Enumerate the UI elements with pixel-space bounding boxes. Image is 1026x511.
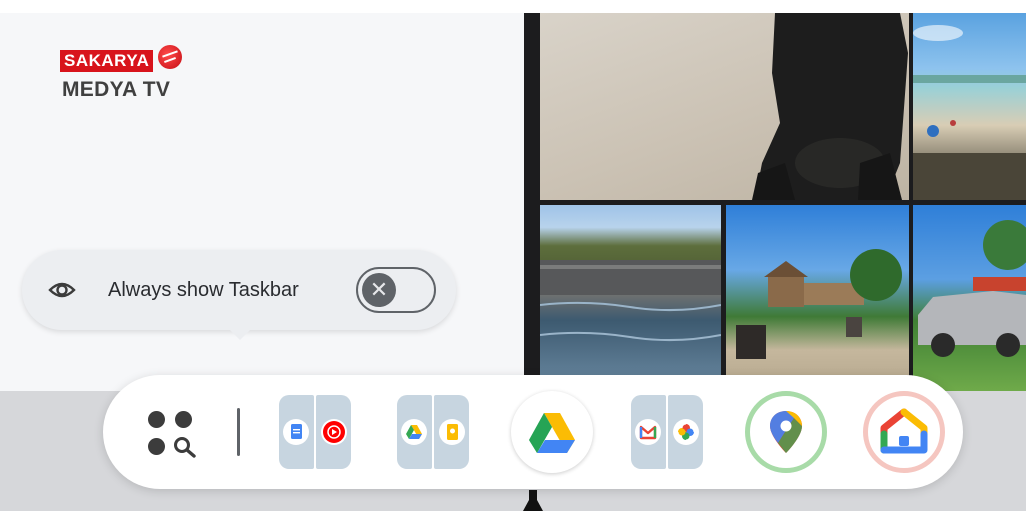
drive-keep-pair[interactable] xyxy=(397,395,471,469)
google-maps-icon[interactable] xyxy=(745,391,827,473)
google-docs-icon xyxy=(283,419,309,445)
channel-logo: SAKARYA MEDYA TV xyxy=(60,45,190,105)
dock-handle xyxy=(523,490,543,511)
always-show-taskbar-toggle[interactable]: ✕ xyxy=(356,267,436,313)
google-home-icon[interactable] xyxy=(863,391,945,473)
top-strip xyxy=(0,0,1026,13)
magnifier-icon xyxy=(174,437,196,458)
eye-icon xyxy=(48,282,76,298)
photo-beach[interactable] xyxy=(913,13,1026,200)
gmail-icon xyxy=(635,419,661,445)
photo-gallery xyxy=(524,13,1026,391)
photo-dog[interactable] xyxy=(540,13,909,200)
taskbar-settings-popup: Always show Taskbar ✕ xyxy=(22,250,456,340)
google-drive-small-icon xyxy=(401,419,427,445)
taskbar xyxy=(103,375,963,489)
logo-line2: MEDYA TV xyxy=(62,78,171,101)
always-show-taskbar-label: Always show Taskbar xyxy=(108,279,299,301)
docs-youtube-music-pair[interactable] xyxy=(279,395,353,469)
apps-search-icon[interactable] xyxy=(148,411,196,458)
google-photos-icon xyxy=(673,419,699,445)
close-icon: ✕ xyxy=(362,273,396,307)
photo-cottage[interactable] xyxy=(726,205,909,391)
google-drive-icon[interactable] xyxy=(511,391,593,473)
google-keep-icon xyxy=(439,419,465,445)
photo-car[interactable] xyxy=(913,205,1026,391)
taskbar-divider xyxy=(237,408,240,456)
youtube-music-icon xyxy=(321,419,347,445)
globe-icon xyxy=(158,45,182,69)
gmail-photos-pair[interactable] xyxy=(631,395,705,469)
photo-river[interactable] xyxy=(540,205,721,391)
logo-line1: SAKARYA xyxy=(60,50,154,72)
